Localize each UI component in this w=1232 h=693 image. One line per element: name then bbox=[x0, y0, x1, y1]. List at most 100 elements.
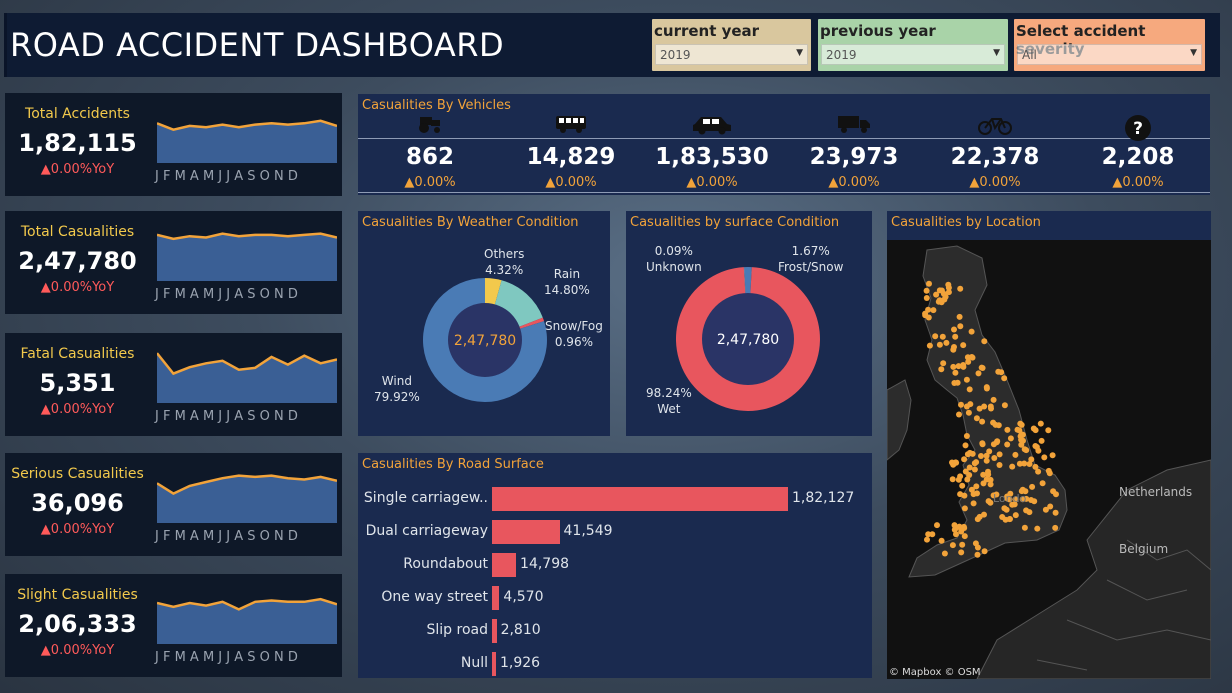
accident-point[interactable] bbox=[950, 363, 957, 370]
accident-point[interactable] bbox=[1001, 402, 1008, 409]
accident-point[interactable] bbox=[959, 482, 966, 489]
accident-point[interactable] bbox=[932, 333, 939, 340]
accident-point[interactable] bbox=[1012, 512, 1019, 519]
accident-point[interactable] bbox=[1007, 516, 1013, 522]
road-bar[interactable] bbox=[492, 652, 496, 676]
accident-point[interactable] bbox=[941, 296, 948, 303]
accident-point[interactable] bbox=[960, 362, 967, 368]
accident-point[interactable] bbox=[963, 376, 970, 383]
accident-point[interactable] bbox=[1052, 524, 1059, 531]
accident-point[interactable] bbox=[974, 516, 981, 523]
accident-point[interactable] bbox=[973, 415, 980, 422]
accident-point[interactable] bbox=[958, 401, 964, 408]
accident-point[interactable] bbox=[1031, 498, 1038, 505]
accident-point[interactable] bbox=[987, 403, 994, 410]
accident-point[interactable] bbox=[934, 522, 940, 529]
accident-point[interactable] bbox=[967, 401, 974, 408]
accident-point[interactable] bbox=[952, 369, 959, 376]
accident-point[interactable] bbox=[965, 409, 972, 416]
accident-point[interactable] bbox=[974, 490, 980, 497]
accident-point[interactable] bbox=[952, 333, 959, 340]
road-bar[interactable] bbox=[492, 520, 560, 544]
accident-point[interactable] bbox=[994, 438, 1001, 445]
accident-point[interactable] bbox=[1017, 420, 1024, 427]
accident-point[interactable] bbox=[1003, 506, 1010, 513]
accident-point[interactable] bbox=[957, 323, 964, 330]
accident-point[interactable] bbox=[959, 541, 966, 548]
accident-point[interactable] bbox=[970, 500, 977, 507]
accident-point[interactable] bbox=[1026, 509, 1033, 516]
accident-point[interactable] bbox=[971, 466, 978, 473]
accident-point[interactable] bbox=[981, 403, 988, 410]
accident-point[interactable] bbox=[1050, 488, 1057, 495]
accident-point[interactable] bbox=[938, 537, 945, 544]
accident-point[interactable] bbox=[985, 471, 992, 478]
accident-point[interactable] bbox=[1004, 426, 1011, 433]
accident-point[interactable] bbox=[964, 476, 971, 483]
dropdown-arrow-icon[interactable]: ▼ bbox=[1190, 48, 1197, 58]
accident-point[interactable] bbox=[1012, 451, 1019, 458]
accident-point[interactable] bbox=[1034, 525, 1041, 532]
accident-point[interactable] bbox=[971, 460, 978, 467]
accident-point[interactable] bbox=[1052, 509, 1059, 516]
accident-point[interactable] bbox=[1021, 524, 1028, 531]
accident-point[interactable] bbox=[1032, 443, 1039, 449]
accident-point[interactable] bbox=[1023, 447, 1030, 454]
accident-point[interactable] bbox=[926, 280, 932, 287]
accident-point[interactable] bbox=[1009, 463, 1016, 470]
accident-point[interactable] bbox=[981, 511, 987, 518]
map-canvas[interactable]: Netherlands Belgium Londo © Mapbox © OSM bbox=[887, 240, 1211, 679]
accident-point[interactable] bbox=[996, 462, 1003, 468]
accident-point[interactable] bbox=[961, 505, 968, 512]
accident-point[interactable] bbox=[955, 476, 962, 483]
accident-point[interactable] bbox=[1016, 460, 1023, 467]
accident-point[interactable] bbox=[943, 339, 950, 346]
accident-point[interactable] bbox=[1047, 503, 1054, 510]
accident-point[interactable] bbox=[979, 418, 986, 425]
accident-point[interactable] bbox=[978, 453, 984, 459]
accident-point[interactable] bbox=[983, 385, 990, 392]
accident-point[interactable] bbox=[935, 298, 942, 305]
accident-point[interactable] bbox=[923, 287, 930, 294]
accident-point[interactable] bbox=[981, 338, 988, 345]
accident-point[interactable] bbox=[957, 285, 964, 292]
accident-point[interactable] bbox=[1039, 480, 1046, 487]
accident-point[interactable] bbox=[1018, 431, 1025, 438]
accident-point[interactable] bbox=[936, 341, 943, 348]
accident-point[interactable] bbox=[951, 326, 957, 333]
accident-point[interactable] bbox=[949, 542, 956, 549]
accident-point[interactable] bbox=[966, 386, 973, 393]
accident-point[interactable] bbox=[968, 328, 975, 335]
accident-point[interactable] bbox=[957, 491, 964, 498]
accident-point[interactable] bbox=[983, 457, 990, 464]
accident-point[interactable] bbox=[961, 533, 968, 540]
accident-point[interactable] bbox=[964, 451, 971, 458]
accident-point[interactable] bbox=[941, 550, 948, 557]
accident-point[interactable] bbox=[923, 295, 930, 301]
accident-point[interactable] bbox=[986, 448, 993, 455]
accident-point[interactable] bbox=[990, 419, 997, 426]
accident-point[interactable] bbox=[985, 498, 992, 505]
accident-point[interactable] bbox=[924, 536, 930, 543]
accident-point[interactable] bbox=[1029, 483, 1036, 490]
accident-point[interactable] bbox=[961, 456, 968, 463]
road-bar[interactable] bbox=[492, 586, 500, 610]
accident-point[interactable] bbox=[1041, 454, 1048, 461]
accident-point[interactable] bbox=[990, 396, 997, 403]
current-year-select[interactable]: 2019 ▼ bbox=[655, 44, 808, 65]
accident-point[interactable] bbox=[940, 290, 947, 297]
previous-year-select[interactable]: 2019 ▼ bbox=[821, 44, 1005, 65]
accident-point[interactable] bbox=[1045, 427, 1052, 434]
accident-point[interactable] bbox=[926, 342, 933, 349]
accident-point[interactable] bbox=[958, 549, 965, 556]
accident-point[interactable] bbox=[968, 354, 975, 360]
accident-point[interactable] bbox=[974, 544, 981, 551]
accident-point[interactable] bbox=[963, 433, 970, 439]
accident-point[interactable] bbox=[1018, 441, 1025, 448]
accident-point[interactable] bbox=[951, 344, 957, 350]
accident-point[interactable] bbox=[991, 455, 998, 461]
accident-point[interactable] bbox=[962, 468, 969, 475]
accident-point[interactable] bbox=[951, 522, 958, 529]
accident-point[interactable] bbox=[1049, 452, 1056, 459]
road-bar[interactable] bbox=[492, 619, 497, 643]
